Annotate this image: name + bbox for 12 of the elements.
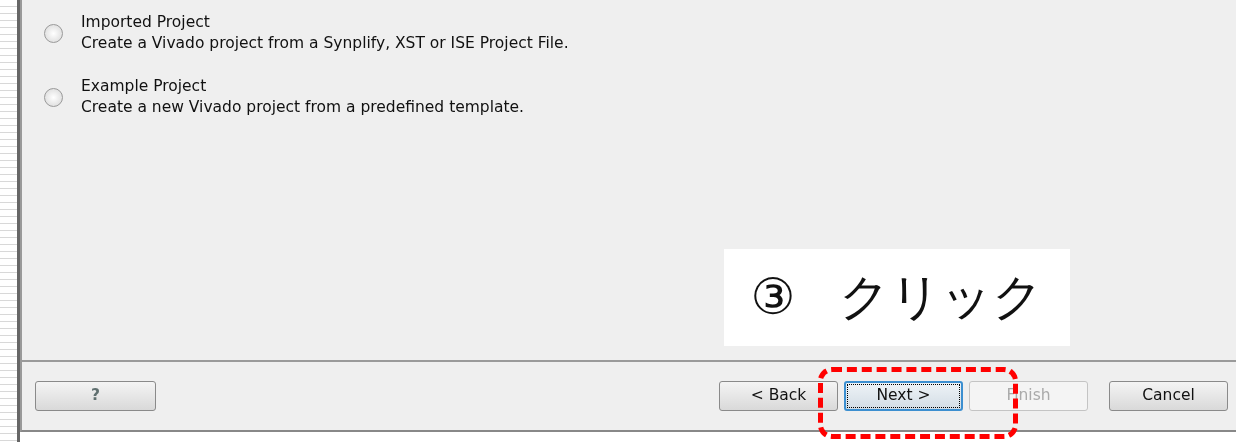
option-title: Imported Project [81,12,211,33]
wizard-button[interactable]: < Back [719,381,838,411]
radio-button[interactable] [44,24,63,43]
cancel-button[interactable]: Cancel [1109,381,1228,411]
wizard-button[interactable]: Next > [844,381,963,411]
option-description: Create a new Vivado project from a predefined template. [81,97,525,118]
help-button[interactable]: ? [35,381,156,411]
option-title: Example Project [81,76,208,97]
step-number: ③ [750,267,796,328]
option-description: Create a Vivado project from a Synplify, XST or ISE Project File. [81,33,569,54]
annotation-text: クリック [839,267,1044,328]
radio-button[interactable] [44,88,63,107]
